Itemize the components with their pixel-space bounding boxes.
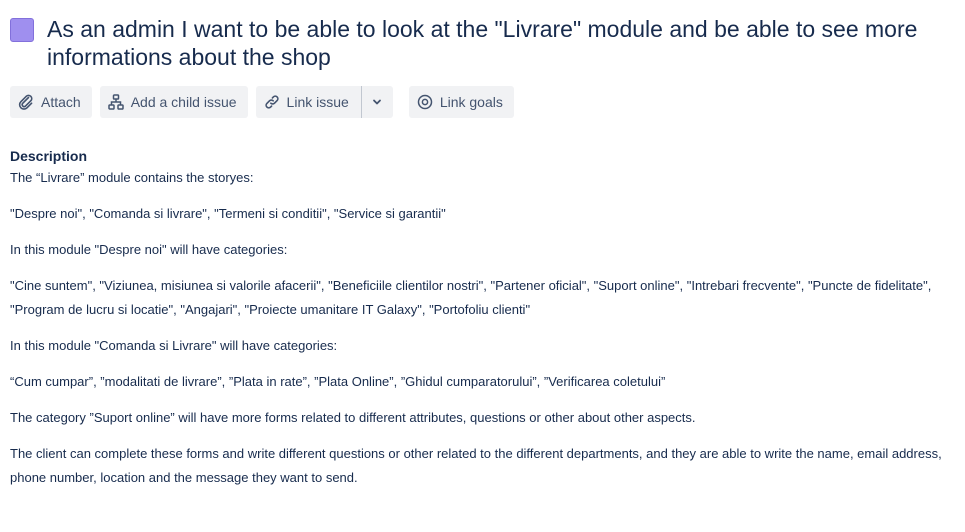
paperclip-icon [18,94,33,110]
issue-view: As an admin I want to be able to look at… [0,0,965,532]
link-goals-button[interactable]: Link goals [408,86,514,118]
link-issue-split-button: Link issue [255,86,393,118]
issue-toolbar: Attach Add a child issue Link issue Link… [10,86,955,118]
story-type-icon[interactable] [10,18,34,42]
description-paragraph: In this module "Comanda si Livrare" will… [10,338,338,353]
issue-title[interactable]: As an admin I want to be able to look at… [47,15,947,71]
link-issue-label: Link issue [286,94,349,110]
attach-button[interactable]: Attach [10,86,92,118]
chevron-down-icon [373,99,382,105]
link-goals-label: Link goals [439,94,503,110]
description-paragraph: The client can complete these forms and … [10,446,942,485]
description-paragraph: In this module "Despre noi" will have ca… [10,242,288,257]
issue-header: As an admin I want to be able to look at… [10,0,955,71]
link-icon [264,95,279,109]
attach-label: Attach [41,94,81,110]
link-issue-dropdown-button[interactable] [360,86,393,118]
description-paragraph: The category ”Suport online” will have m… [10,410,696,425]
description-paragraph: "Despre noi", "Comanda si livrare", "Ter… [10,206,446,221]
description-body[interactable]: The “Livrare” module contains the storye… [10,166,950,490]
link-issue-button[interactable]: Link issue [255,86,361,118]
description-paragraph: The “Livrare” module contains the storye… [10,170,254,185]
add-child-issue-button[interactable]: Add a child issue [99,86,248,118]
goal-target-icon [417,94,433,110]
description-paragraph: "Cine suntem", "Viziunea, misiunea si va… [10,278,932,317]
description-paragraph: “Cum cumpar”, ”modalitati de livrare”, ”… [10,374,666,389]
add-child-issue-label: Add a child issue [130,94,237,110]
hierarchy-icon [107,94,124,110]
description-heading: Description [10,148,88,164]
